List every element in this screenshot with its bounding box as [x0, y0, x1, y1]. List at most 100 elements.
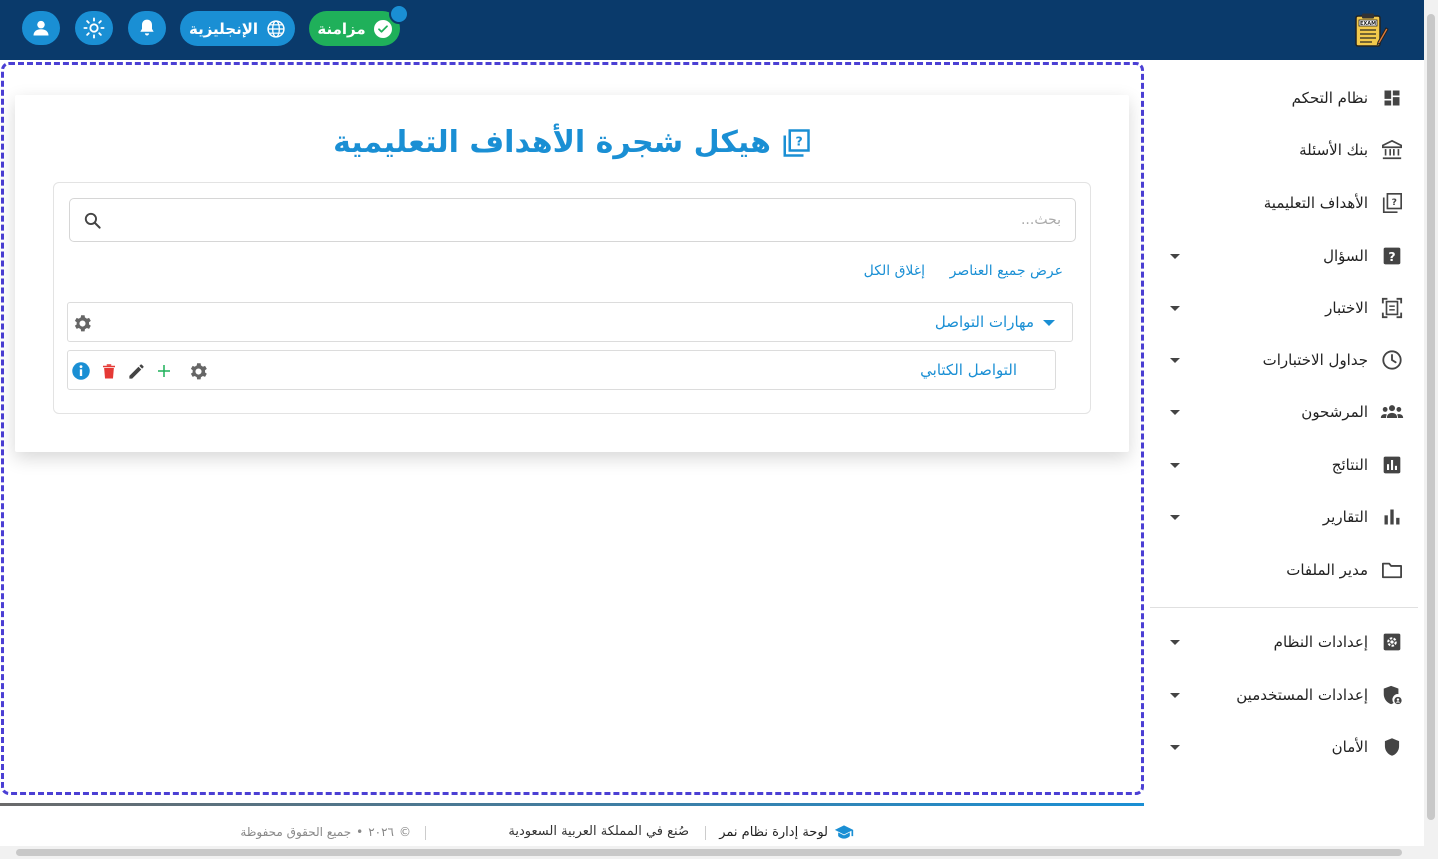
sidebar-item-exam[interactable]: الاختبار [1148, 288, 1424, 328]
document-scan-icon [1380, 296, 1404, 320]
sidebar-item-label: إعدادات المستخدمين [1236, 686, 1368, 704]
profile-button[interactable] [22, 11, 60, 45]
dashboard-icon [1380, 86, 1404, 110]
expand-caret-icon[interactable] [1043, 320, 1055, 326]
sidebar-item-label: السؤال [1323, 247, 1368, 265]
sidebar-item-learning-objectives[interactable]: ? الأهداف التعليمية [1148, 183, 1424, 223]
sidebar-item-label: جداول الاختبارات [1262, 351, 1368, 369]
tree-node-root[interactable]: مهارات التواصل [67, 302, 1073, 342]
copyright-symbol: © [399, 825, 411, 839]
chevron-down-icon[interactable] [1170, 744, 1180, 750]
sync-label: مزامنة [317, 19, 366, 38]
footer-brand[interactable]: لوحة إدارة نظام نمر [719, 824, 854, 840]
svg-text:?: ? [1392, 197, 1397, 208]
exam-clipboard-icon: EXAM [1355, 13, 1389, 47]
search-icon[interactable] [83, 211, 102, 230]
gear-icon[interactable] [187, 360, 209, 382]
sidebar-item-label: الأمان [1331, 738, 1368, 756]
globe-icon [267, 19, 285, 38]
tree-node-label[interactable]: التواصل الكتابي [920, 361, 1017, 379]
chevron-down-icon[interactable] [1170, 692, 1180, 698]
add-icon[interactable] [153, 360, 175, 382]
user-icon [33, 20, 49, 36]
language-label: الإنجليزية [188, 19, 259, 38]
theme-toggle-button[interactable] [75, 11, 113, 45]
sidebar-item-file-manager[interactable]: مدير الملفات [1148, 550, 1424, 590]
sidebar-item-label: التقارير [1322, 508, 1368, 526]
logo-text: EXAM [1360, 21, 1376, 27]
search-box [69, 198, 1076, 242]
sidebar-item-user-settings[interactable]: إعدادات المستخدمين [1148, 675, 1424, 715]
footer-divider [0, 803, 1144, 806]
chevron-down-icon[interactable] [1170, 409, 1180, 415]
sidebar-item-label: مدير الملفات [1286, 561, 1368, 579]
sidebar-item-candidates[interactable]: المرشحون [1148, 392, 1424, 432]
tree-panel: عرض جميع العناصر إغلاق الكل مهارات التوا… [53, 182, 1091, 414]
sidebar-item-label: النتائج [1331, 456, 1368, 474]
copyright-year: ٢٠٢٦ [368, 825, 394, 839]
sidebar-item-system-settings[interactable]: إعدادات النظام [1148, 622, 1424, 662]
sidebar-item-exam-schedules[interactable]: جداول الاختبارات [1148, 340, 1424, 380]
user-shield-icon [1380, 683, 1404, 707]
vertical-scrollbar-thumb[interactable] [1427, 14, 1435, 820]
horizontal-scrollbar[interactable] [0, 846, 1424, 859]
show-all-link[interactable]: عرض جميع العناصر [950, 263, 1063, 279]
quiz-book-icon: ? [1380, 191, 1404, 215]
info-icon[interactable] [70, 360, 92, 382]
delete-icon[interactable] [98, 360, 120, 382]
top-bar: الإنجليزية مزامنة EXAM [0, 0, 1424, 60]
vertical-scrollbar[interactable] [1424, 0, 1438, 859]
copyright-rights: جميع الحقوق محفوظة [240, 825, 352, 839]
sidebar-item-label: إعدادات النظام [1273, 633, 1368, 651]
chevron-down-icon[interactable] [1170, 639, 1180, 645]
people-icon [1380, 400, 1404, 424]
sidebar-item-label: المرشحون [1301, 403, 1368, 421]
footer-copyright: © ٢٠٢٦ • جميع الحقوق محفوظة [240, 825, 411, 839]
sun-icon [83, 17, 105, 39]
sidebar-item-reports[interactable]: التقارير [1148, 497, 1424, 537]
collapse-all-link[interactable]: إغلاق الكل [864, 263, 925, 279]
page-title: هيكل شجرة الأهداف التعليمية ? [15, 125, 1129, 160]
settings-box-icon [1380, 630, 1404, 654]
sidebar-item-label: الأهداف التعليمية [1263, 194, 1368, 212]
sidebar-item-results[interactable]: النتائج [1148, 445, 1424, 485]
chevron-down-icon[interactable] [1170, 462, 1180, 468]
sync-status-indicator [389, 4, 409, 24]
copyright-dot: • [356, 825, 364, 839]
clock-icon [1380, 348, 1404, 372]
footer: لوحة إدارة نظام نمر صُنع في المملكة العر… [0, 820, 1144, 846]
footer-separator [425, 826, 426, 840]
folder-icon [1380, 558, 1404, 582]
bar-chart-icon [1380, 505, 1404, 529]
notifications-button[interactable] [128, 11, 166, 45]
app-logo[interactable]: EXAM [1352, 12, 1390, 48]
gear-icon[interactable] [71, 312, 93, 334]
chevron-down-icon[interactable] [1170, 514, 1180, 520]
sidebar-item-question-bank[interactable]: بنك الأسئلة [1148, 130, 1424, 170]
sidebar-divider [1150, 607, 1418, 608]
sidebar-item-label: نظام التحكم [1291, 89, 1368, 107]
language-button[interactable]: الإنجليزية [180, 11, 295, 46]
tree-node-child[interactable]: التواصل الكتابي [67, 350, 1056, 390]
bell-icon [140, 19, 154, 36]
footer-brand-text: لوحة إدارة نظام نمر [719, 824, 828, 840]
sidebar-item-question[interactable]: ? السؤال [1148, 236, 1424, 276]
search-input[interactable] [121, 209, 1061, 231]
chevron-down-icon[interactable] [1170, 305, 1180, 311]
sync-button[interactable]: مزامنة [309, 11, 400, 46]
sidebar-item-dashboard[interactable]: نظام التحكم [1148, 78, 1424, 118]
sidebar-item-security[interactable]: الأمان [1148, 727, 1424, 767]
footer-separator [705, 826, 706, 840]
check-circle-icon [373, 19, 392, 38]
graduation-cap-icon [834, 825, 854, 839]
question-box-icon: ? [1380, 244, 1404, 268]
chevron-down-icon[interactable] [1170, 357, 1180, 363]
page-title-text: هيكل شجرة الأهداف التعليمية [333, 125, 771, 160]
edit-pencil-icon[interactable] [125, 360, 147, 382]
tree-node-label[interactable]: مهارات التواصل [935, 313, 1034, 331]
horizontal-scrollbar-thumb[interactable] [16, 849, 1402, 856]
shield-icon [1380, 735, 1404, 759]
svg-text:?: ? [1388, 249, 1395, 264]
chevron-down-icon[interactable] [1170, 253, 1180, 259]
bank-icon [1380, 138, 1404, 162]
